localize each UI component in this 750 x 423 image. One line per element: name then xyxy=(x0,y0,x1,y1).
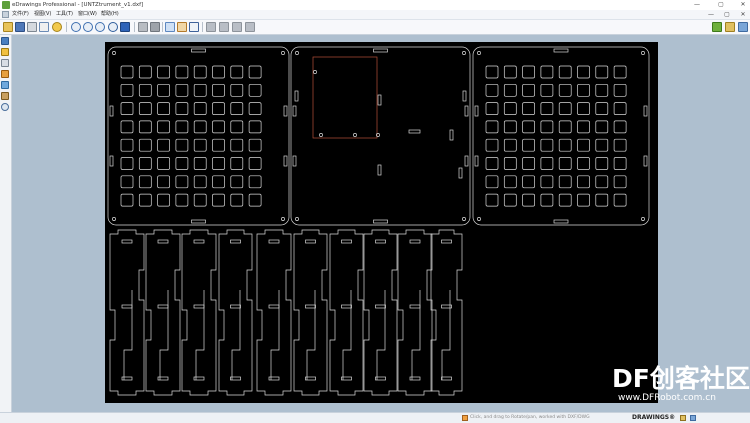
zoom-in-icon[interactable] xyxy=(83,22,93,32)
save-icon[interactable] xyxy=(15,22,25,32)
pen-icon[interactable] xyxy=(1,70,9,78)
window-title: eDrawings Professional - [UNTZtrument_v1… xyxy=(12,2,144,8)
view-status-icon[interactable] xyxy=(690,415,696,421)
doc-minimize-button[interactable]: — xyxy=(704,10,718,19)
drawing-canvas[interactable] xyxy=(12,35,750,412)
menu-tools[interactable]: 工具(T) xyxy=(56,10,73,19)
toolbar-separator xyxy=(66,22,67,32)
status-bar: Click, and drag to Rotate/pan, worked wi… xyxy=(0,412,750,423)
minimize-button[interactable]: — xyxy=(690,0,704,10)
side-panel-tabs xyxy=(0,35,12,412)
edrawings-publish-icon[interactable] xyxy=(712,22,722,32)
zoom-fit-icon[interactable] xyxy=(71,22,81,32)
email-icon[interactable] xyxy=(39,22,49,32)
main-toolbar xyxy=(0,20,750,35)
toolbar-separator xyxy=(134,22,135,32)
restore-button[interactable]: ▢ xyxy=(714,0,728,10)
open-icon[interactable] xyxy=(3,22,13,32)
print-icon[interactable] xyxy=(27,22,37,32)
edrawings-logo-icon xyxy=(2,1,10,9)
menu-file[interactable]: 文件(F) xyxy=(12,10,29,19)
toolbar-separator xyxy=(202,22,203,32)
doc-close-button[interactable]: ✕ xyxy=(736,10,750,19)
pen-status-icon[interactable] xyxy=(680,415,686,421)
markup-icon[interactable] xyxy=(177,22,187,32)
settings-icon[interactable] xyxy=(738,22,748,32)
zoom-area-icon[interactable] xyxy=(95,22,105,32)
play-icon[interactable] xyxy=(245,22,255,32)
components-icon[interactable] xyxy=(1,59,9,67)
watermark-url: www.DFRobot.com.cn xyxy=(618,393,716,403)
stop-icon[interactable] xyxy=(219,22,229,32)
markup-list-icon[interactable] xyxy=(1,48,9,56)
menu-bar: 文件(F) 视图(V) 工具(T) 窗口(W) 帮助(H) — ▢ ✕ xyxy=(0,10,750,20)
rotate-icon[interactable] xyxy=(108,22,118,32)
shaded-icon[interactable] xyxy=(150,22,160,32)
menu-help[interactable]: 帮助(H) xyxy=(101,10,119,19)
tool-icon[interactable] xyxy=(725,22,735,32)
dxf-viewport[interactable] xyxy=(12,35,750,412)
sheets-icon[interactable] xyxy=(1,37,9,45)
first-icon[interactable] xyxy=(206,22,216,32)
close-button[interactable]: ✕ xyxy=(736,0,750,10)
close-panel-icon[interactable] xyxy=(1,103,9,111)
status-icon xyxy=(462,415,468,421)
doc-restore-button[interactable]: ▢ xyxy=(720,10,734,19)
toolbar-separator xyxy=(162,22,163,32)
sheet-area xyxy=(105,42,658,403)
menu-window[interactable]: 窗口(W) xyxy=(78,10,97,19)
document-icon xyxy=(2,11,9,18)
pan-icon[interactable] xyxy=(120,22,130,32)
layers-icon[interactable] xyxy=(1,81,9,89)
menu-view[interactable]: 视图(V) xyxy=(34,10,51,19)
stamp-icon[interactable] xyxy=(1,92,9,100)
measure-icon[interactable] xyxy=(189,22,199,32)
next-icon[interactable] xyxy=(232,22,242,32)
help-icon[interactable] xyxy=(52,22,62,32)
watermark-text: DF创客社区 xyxy=(612,364,750,393)
select-icon[interactable] xyxy=(165,22,175,32)
view-3d-icon[interactable] xyxy=(138,22,148,32)
